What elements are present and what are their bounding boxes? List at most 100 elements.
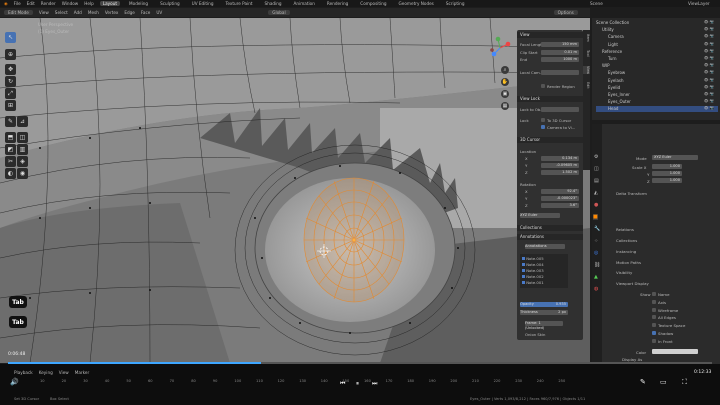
modifier-properties-icon[interactable]: 🔧 xyxy=(594,226,600,232)
note-item[interactable]: Note.005 xyxy=(522,256,544,261)
view-lock-section-header[interactable]: View Lock xyxy=(517,96,583,102)
tab-layout[interactable]: Layout xyxy=(99,1,121,6)
onion-skin-toggle[interactable]: Onion Skin xyxy=(525,332,545,337)
note-item[interactable]: Note.004 xyxy=(522,262,544,267)
instancing-panel[interactable]: Instancing xyxy=(616,249,636,254)
menu-face[interactable]: Face xyxy=(141,10,150,15)
note-item[interactable]: Note.001 xyxy=(522,280,544,285)
color-swatch[interactable] xyxy=(652,349,698,354)
poly-build-tool-icon[interactable]: ◈ xyxy=(17,156,28,167)
show-option-checkbox[interactable] xyxy=(652,331,656,335)
tab-modeling[interactable]: Modeling xyxy=(126,1,151,6)
tab-uv-editing[interactable]: UV Editing xyxy=(189,1,217,6)
tab-geometry-nodes[interactable]: Geometry Nodes xyxy=(396,1,437,6)
outliner-item[interactable]: Head 👁 📷 xyxy=(596,106,718,113)
menu-edit[interactable]: Edit xyxy=(27,1,35,6)
menu-add[interactable]: Add xyxy=(74,10,82,15)
view-layer-selector[interactable]: ViewLayer xyxy=(688,1,710,6)
tab-edit[interactable]: Edit xyxy=(583,82,590,89)
visibility-toggle-icon[interactable]: 👁 📷 xyxy=(704,63,714,67)
measure-tool-icon[interactable]: ⊿ xyxy=(17,116,28,127)
show-option-checkbox[interactable] xyxy=(652,307,656,312)
camera-to-view-checkbox[interactable] xyxy=(541,125,545,129)
view-menu[interactable]: View xyxy=(59,370,69,375)
particles-properties-icon[interactable]: ⁘ xyxy=(594,238,598,244)
options-dropdown[interactable]: Options xyxy=(553,10,578,15)
knife-tool-icon[interactable]: ✂ xyxy=(5,156,16,167)
cursor-rotation-x[interactable]: 92.4° xyxy=(541,189,579,194)
outliner-item[interactable]: Turn 👁 📷 xyxy=(596,56,718,62)
render-properties-icon[interactable]: ◫ xyxy=(594,166,599,172)
visibility-toggle-icon[interactable]: 👁 📷 xyxy=(704,34,714,38)
collections-section-header[interactable]: Collections xyxy=(517,225,583,231)
select-box-tool-icon[interactable]: ↖ xyxy=(5,32,16,43)
tool-properties-icon[interactable]: ⚙ xyxy=(594,154,598,160)
inset-tool-icon[interactable]: ◫ xyxy=(17,132,28,143)
outliner-item[interactable]: Scene Collection 👁 📷 xyxy=(596,20,718,26)
volume-icon[interactable]: 🔊 xyxy=(10,378,19,386)
outliner-item[interactable]: Eyelid 👁 📷 xyxy=(596,85,718,91)
visibility-toggle-icon[interactable]: 👁 📷 xyxy=(704,78,714,82)
menu-window[interactable]: Window xyxy=(62,1,79,6)
tab-item[interactable]: Item xyxy=(583,34,590,42)
perspective-toggle-icon[interactable]: ▦ xyxy=(501,102,509,110)
menu-mesh[interactable]: Mesh xyxy=(88,10,99,15)
visibility-toggle-icon[interactable]: 👁 📷 xyxy=(704,49,714,53)
menu-view[interactable]: View xyxy=(39,10,49,15)
tab-texture-paint[interactable]: Texture Paint xyxy=(223,1,256,6)
visibility-toggle-icon[interactable]: 👁 📷 xyxy=(704,56,714,60)
note-item[interactable]: Note.002 xyxy=(522,274,544,279)
tab-sculpting[interactable]: Sculpting xyxy=(157,1,183,6)
menu-vertex[interactable]: Vertex xyxy=(105,10,118,15)
jump-start-icon[interactable]: ⏮ xyxy=(340,380,345,388)
scene-properties-icon[interactable]: ◭ xyxy=(594,190,598,196)
outliner-item[interactable]: Eyelash 👁 📷 xyxy=(596,78,718,84)
show-option-checkbox[interactable] xyxy=(652,315,656,320)
camera-view-icon[interactable]: ▣ xyxy=(501,90,509,98)
outliner-item[interactable]: Eyes_Inner 👁 📷 xyxy=(596,92,718,98)
spin-tool-icon[interactable]: ◐ xyxy=(5,168,16,179)
cursor-tool-icon[interactable]: ⊕ xyxy=(5,49,16,60)
menu-file[interactable]: File xyxy=(14,1,21,6)
menu-uv[interactable]: UV xyxy=(156,10,162,15)
extrude-tool-icon[interactable]: ⬒ xyxy=(5,132,16,143)
navigation-gizmo[interactable] xyxy=(488,36,512,60)
frame-lock-button[interactable]: Frame: 1 (Unlocked) xyxy=(525,321,563,330)
outliner-item[interactable]: Reference 👁 📷 xyxy=(596,49,718,55)
outliner-item[interactable]: Camera 👁 📷 xyxy=(596,34,718,40)
visibility-toggle-icon[interactable]: 👁 📷 xyxy=(704,42,714,46)
show-option-checkbox[interactable] xyxy=(652,292,656,296)
tab-animation[interactable]: Animation xyxy=(291,1,318,6)
scale-tool-icon[interactable]: ⤢ xyxy=(5,88,16,99)
smooth-tool-icon[interactable]: ◉ xyxy=(17,168,28,179)
world-properties-icon[interactable]: ● xyxy=(594,202,598,208)
annotate-tool-icon[interactable]: ✎ xyxy=(5,116,16,127)
blender-logo-icon[interactable]: ◉ xyxy=(4,1,8,6)
outliner-item[interactable]: Eyebrow 👁 📷 xyxy=(596,70,718,76)
lock-to-object-field[interactable] xyxy=(541,107,579,112)
keying-menu[interactable]: Keying xyxy=(39,370,53,375)
show-option-checkbox[interactable] xyxy=(652,299,656,304)
pan-hand-icon[interactable]: ✋ xyxy=(501,78,509,86)
thickness-field[interactable]: Thickness 2 px xyxy=(520,310,568,315)
scale-z-field[interactable]: 1.000 xyxy=(652,178,682,183)
mode-selector[interactable]: Edit Mode xyxy=(4,10,33,15)
marker-menu[interactable]: Marker xyxy=(75,370,89,375)
scene-selector[interactable]: Scene xyxy=(590,1,603,6)
viewport-display-panel[interactable]: Viewport Display xyxy=(616,281,649,286)
clip-end-field[interactable]: 1000 m xyxy=(541,57,579,62)
outliner-item[interactable]: Eyes_Outer 👁 📷 xyxy=(596,99,718,105)
constraints-properties-icon[interactable]: ⛓ xyxy=(594,262,600,268)
visibility-toggle-icon[interactable]: 👁 📷 xyxy=(704,92,714,96)
view-section-header[interactable]: View xyxy=(517,32,583,38)
material-properties-icon[interactable]: ◍ xyxy=(594,286,598,292)
scale-x-field[interactable]: 1.000 xyxy=(652,164,682,169)
3d-cursor-section-header[interactable]: 3D Cursor xyxy=(517,137,583,143)
physics-properties-icon[interactable]: ◎ xyxy=(594,250,598,256)
tab-compositing[interactable]: Compositing xyxy=(357,1,389,6)
visibility-toggle-icon[interactable]: 👁 📷 xyxy=(704,85,714,89)
cursor-rotation-z[interactable]: 3.6° xyxy=(541,203,579,208)
3d-viewport[interactable]: User Perspective (1) Eyes_Outer ⌕ ✋ ▣ ▦ xyxy=(0,18,590,363)
fullscreen-icon[interactable]: ⛶ xyxy=(682,378,687,387)
jump-end-icon[interactable]: ⏭ xyxy=(372,380,377,388)
